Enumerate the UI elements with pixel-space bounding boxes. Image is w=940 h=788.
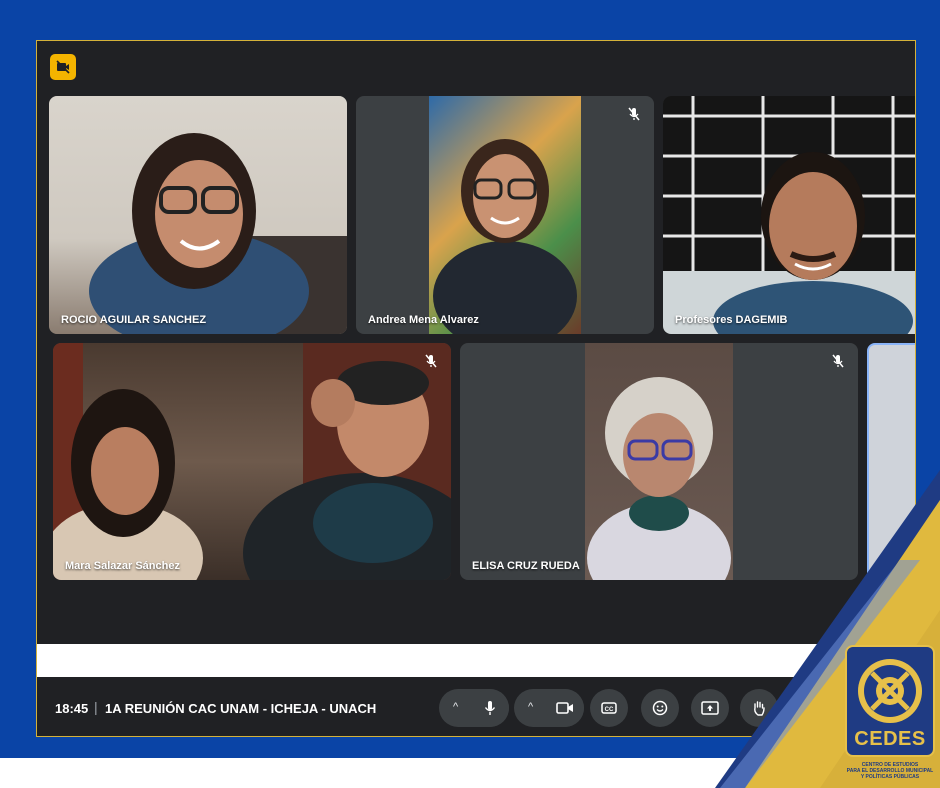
participant-tile-andrea[interactable]: Andrea Mena Alvarez xyxy=(356,96,654,334)
recording-badge[interactable] xyxy=(50,54,76,80)
svg-text:CC: CC xyxy=(605,707,614,713)
mic-off-icon xyxy=(832,354,844,368)
bottom-strip xyxy=(0,758,940,788)
control-bar: 18:45 | 1A REUNIÓN CAC UNAM - ICHEJA - U… xyxy=(37,677,915,736)
camera-button[interactable] xyxy=(546,689,584,727)
present-button[interactable] xyxy=(691,689,729,727)
mic-off-icon xyxy=(425,354,437,368)
meeting-title: 1A REUNIÓN CAC UNAM - ICHEJA - UNACH xyxy=(105,701,377,716)
raise-hand-button[interactable] xyxy=(740,689,778,727)
video-feed xyxy=(49,96,347,334)
mic-off-icon xyxy=(628,107,640,121)
reactions-button[interactable] xyxy=(641,689,679,727)
cedes-logo: CEDES xyxy=(845,645,935,757)
participant-name: Profesores DAGEMIB xyxy=(675,314,788,326)
participant-name: Andrea Mena Alvarez xyxy=(368,314,479,326)
logo-text: CEDES xyxy=(854,728,926,750)
mic-options-chevron[interactable]: ^ xyxy=(453,701,458,713)
participant-name: NES xyxy=(879,558,902,570)
white-bar xyxy=(37,644,915,677)
participant-tile-nes[interactable]: NES xyxy=(867,343,915,580)
logo-subtitle-line: Y POLÍTICAS PÚBLICAS xyxy=(860,774,920,780)
participant-tile-profesores[interactable]: Profesores DAGEMIB xyxy=(663,96,915,334)
participant-tile-rocio[interactable]: ROCIO AGUILAR SANCHEZ xyxy=(49,96,347,334)
captions-button[interactable]: CC xyxy=(590,689,628,727)
participant-tile-mara[interactable]: Mara Salazar Sánchez xyxy=(53,343,451,580)
camera-options-chevron[interactable]: ^ xyxy=(528,701,533,713)
microphone-button[interactable] xyxy=(471,689,509,727)
raise-hand-icon xyxy=(754,701,765,716)
video-feed xyxy=(429,96,581,334)
meet-window: ROCIO AGUILAR SANCHEZ Andrea Mena Alvare… xyxy=(36,40,916,737)
participant-name: ELISA CRUZ RUEDA xyxy=(472,560,580,572)
meeting-time: 18:45 xyxy=(55,701,89,716)
captions-icon: CC xyxy=(601,702,617,714)
participant-name: ROCIO AGUILAR SANCHEZ xyxy=(61,314,207,326)
camera-icon xyxy=(556,702,573,714)
participant-name: Mara Salazar Sánchez xyxy=(65,560,180,572)
video-feed xyxy=(585,343,733,580)
logo-subtitle: CENTRO DE ESTUDIOS PARA EL DESARROLLO MU… xyxy=(845,762,935,780)
present-icon xyxy=(701,701,719,715)
more-options-button[interactable] xyxy=(789,689,827,727)
microphone-icon xyxy=(484,701,496,715)
emoji-icon xyxy=(652,700,668,716)
video-feed xyxy=(53,343,451,580)
video-feed xyxy=(663,96,915,334)
separator: | xyxy=(94,699,98,715)
cedes-emblem-icon xyxy=(858,659,922,723)
camera-off-icon xyxy=(56,60,70,74)
participant-tile-elisa[interactable]: ELISA CRUZ RUEDA xyxy=(460,343,858,580)
